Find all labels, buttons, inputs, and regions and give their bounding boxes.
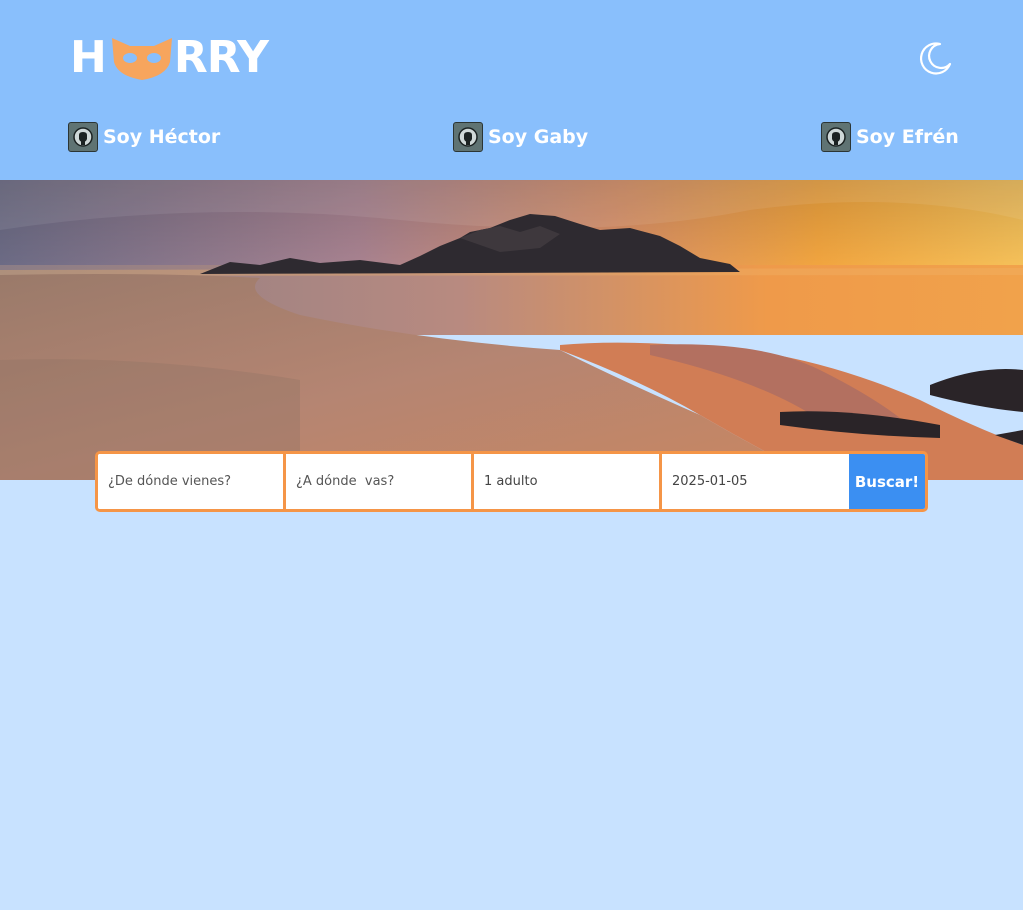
github-icon	[821, 122, 851, 152]
date-input[interactable]	[662, 454, 849, 509]
origin-input[interactable]	[98, 454, 286, 509]
nav-link-label: Soy Héctor	[103, 126, 221, 148]
passengers-input[interactable]	[474, 454, 662, 509]
site-header: H RRY Soy Héctor Soy Gaby Soy Efrén	[0, 0, 1023, 180]
moon-icon[interactable]	[918, 40, 954, 76]
nav-link-hector[interactable]: Soy Héctor	[68, 122, 220, 152]
flight-search-form: Buscar!	[95, 451, 928, 512]
logo[interactable]: H RRY	[70, 32, 269, 83]
search-button[interactable]: Buscar!	[849, 454, 925, 509]
nav-link-gaby[interactable]: Soy Gaby	[453, 122, 588, 152]
nav-link-label: Soy Gaby	[488, 126, 589, 148]
hero-banner-image	[0, 180, 1023, 480]
github-icon	[453, 122, 483, 152]
logo-text-left: H	[70, 32, 107, 83]
github-icon	[68, 122, 98, 152]
cat-logo-icon	[111, 38, 172, 80]
logo-text-right: RRY	[173, 32, 269, 83]
nav-link-label: Soy Efrén	[856, 126, 959, 148]
nav-link-efren[interactable]: Soy Efrén	[821, 122, 959, 152]
destination-input[interactable]	[286, 454, 474, 509]
